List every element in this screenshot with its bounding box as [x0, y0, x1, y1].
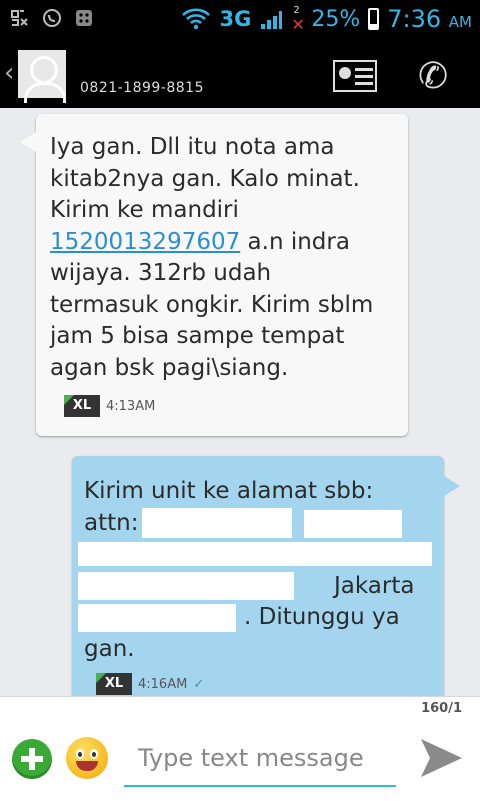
message-text-part: Iya gan. Dll itu nota ama kitab2nya gan.… [50, 134, 360, 223]
back-chevron-icon[interactable]: ‹ [4, 58, 14, 88]
phone-icon: ✆ [418, 56, 449, 97]
contact-card-button[interactable] [333, 60, 377, 92]
status-bar: 3G 2 ✕ 25% 7:36 AM [0, 0, 480, 38]
whatsapp-icon [43, 9, 61, 27]
contact-number: 0821-1899-8815 [80, 80, 204, 96]
clock-time: 7:36 [387, 5, 442, 33]
avatar-head-shape [30, 56, 58, 84]
message-input[interactable] [124, 731, 396, 787]
emoji-button[interactable] [66, 737, 108, 779]
carrier-badge: XL [64, 395, 100, 418]
emoji-eye-icon [76, 749, 84, 759]
signal-strength-icon [261, 11, 283, 29]
conversation-header: ‹ 0821-1899-8815 ✆ [0, 38, 480, 108]
call-button[interactable]: ✆ [418, 56, 448, 97]
avatar-shoulders-shape [24, 82, 66, 103]
battery-percent: 25% [311, 6, 361, 32]
message-text: Iya gan. Dll itu nota ama kitab2nya gan.… [50, 132, 394, 384]
clock: 7:36 AM [387, 5, 472, 33]
attach-button[interactable] [12, 739, 52, 779]
message-timestamp: 4:13AM [106, 398, 156, 414]
network-type: 3G [219, 7, 252, 31]
message-bubble-outgoing[interactable]: Kirim unit ke alamat sbb: attn:, Jakarta… [72, 456, 460, 696]
message-text-part: Jakarta [334, 572, 415, 599]
compose-bar: 160/1 [0, 696, 480, 801]
account-number-link[interactable]: 1520013297607 [50, 229, 240, 255]
message-text-part: attn: [84, 509, 139, 536]
battery-icon [368, 8, 380, 30]
card-line [355, 82, 373, 85]
contact-avatar[interactable] [18, 50, 66, 103]
emoji-eye-icon [90, 749, 98, 759]
notification-icons [10, 8, 94, 28]
message-line: gan. [84, 635, 135, 662]
blackberry-icon [76, 10, 92, 26]
clock-ampm: AM [448, 13, 472, 31]
character-counter: 160/1 [421, 701, 462, 716]
battery-level [370, 23, 378, 28]
message-meta: XL 4:13AM [64, 391, 155, 423]
sim-status: 2 ✕ [291, 5, 305, 34]
message-bubble-incoming[interactable]: Iya gan. Dll itu nota ama kitab2nya gan.… [20, 114, 408, 436]
emoji-mouth-icon [76, 761, 98, 771]
send-icon [421, 739, 462, 777]
system-status: 3G 2 ✕ 25% 7:36 AM [181, 4, 472, 34]
message-text-part: . Ditunggu ya [244, 604, 400, 630]
bbm-notification-icon [11, 10, 28, 26]
card-line [355, 75, 373, 78]
redacted-area [304, 510, 402, 538]
redacted-area [78, 572, 294, 600]
no-signal-icon: ✕ [291, 15, 305, 34]
send-button[interactable] [418, 735, 464, 781]
redacted-area [78, 542, 432, 566]
message-line: Kirim unit ke alamat sbb: [84, 478, 374, 504]
card-line [355, 68, 373, 71]
redacted-area [78, 604, 236, 632]
carrier-badge: XL [96, 673, 132, 696]
redacted-area [142, 508, 292, 538]
contact-card-icon [339, 67, 351, 79]
wifi-icon [182, 8, 211, 30]
